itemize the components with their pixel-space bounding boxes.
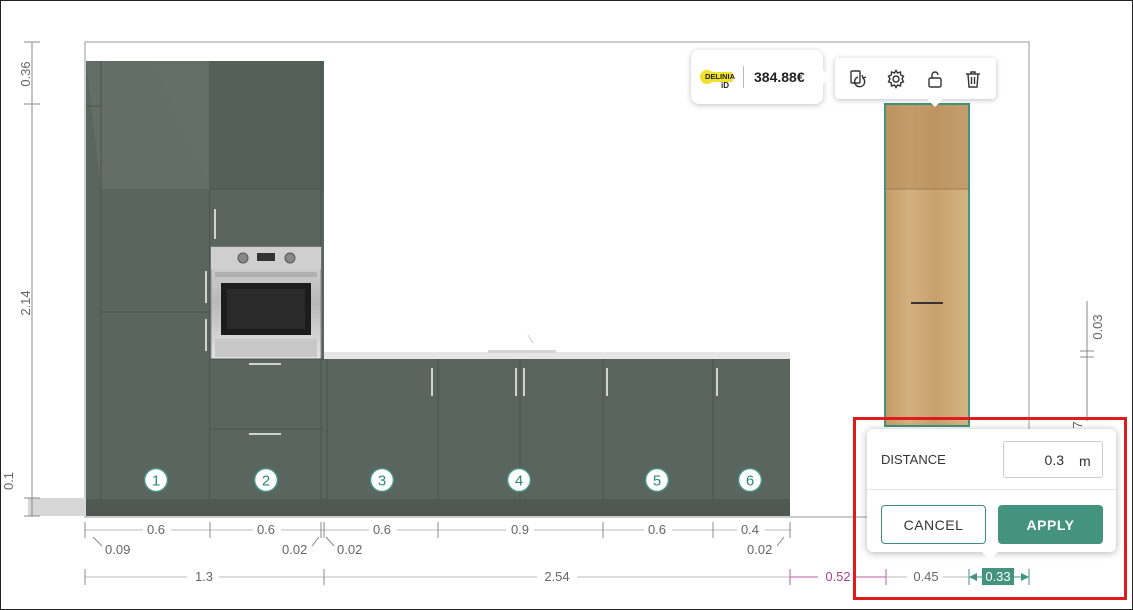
tall-cabinet-2: [210, 61, 324, 499]
dim-row1-small-2: 0.02: [282, 542, 307, 557]
dim-row1-small-1: 0.09: [105, 542, 130, 557]
distance-dialog: DISTANCE 0.3 m CANCEL APPLY: [867, 429, 1116, 560]
floor-strip: [28, 498, 88, 516]
dim-row2-1: 1.3: [195, 569, 213, 584]
dim-row1-5: 0.6: [648, 522, 666, 537]
distance-value: 0.3: [1044, 452, 1064, 468]
dim-row1-small-4: 0.02: [747, 542, 772, 557]
dim-row1-3: 0.6: [373, 522, 391, 537]
trash-icon: [965, 70, 980, 88]
svg-text:1: 1: [152, 473, 160, 490]
dim-row1-2: 0.6: [257, 522, 275, 537]
row1-dim-lines: [84, 522, 791, 547]
dim-vertical-right-top: 0.03: [1090, 314, 1105, 339]
unlock-icon: [927, 70, 942, 88]
selected-wooden-column: [884, 103, 970, 427]
price-tooltip: DELINIA iD 384.88€: [691, 50, 830, 104]
module-badge-2: 2: [253, 467, 279, 493]
kitchen-elevation-canvas[interactable]: 1 2 3 4 5 6 0.36 2.14 0.1 0.03 7 0.6 0.6…: [0, 0, 1133, 610]
distance-label: DISTANCE: [881, 452, 946, 467]
dim-row1-1: 0.6: [147, 522, 165, 537]
price-value: 384.88€: [754, 69, 805, 85]
svg-text:3: 3: [378, 473, 386, 490]
distance-unit: m: [1079, 453, 1091, 469]
apply-button[interactable]: APPLY: [998, 505, 1103, 544]
plinth: [86, 499, 790, 516]
svg-text:iD: iD: [721, 81, 729, 90]
dim-row1-6: 0.4: [741, 522, 759, 537]
cancel-button[interactable]: CANCEL: [881, 505, 986, 544]
hob: [488, 350, 556, 353]
tall-cabinet-1: [86, 61, 211, 499]
dim-vertical-top: 0.36: [18, 61, 33, 86]
dim-vertical-middle: 2.14: [18, 290, 33, 315]
rotate-copy-icon: [850, 69, 867, 87]
item-toolbar: [835, 58, 996, 107]
module-badge-5: 5: [644, 467, 670, 493]
row1-dim-labels: 0.6 0.6 0.6 0.9 0.6 0.4 0.09 0.02 0.02 0…: [105, 521, 772, 557]
dim-row2-pink: 0.52: [825, 569, 850, 584]
countertop: [324, 352, 790, 359]
lock-button[interactable]: [922, 66, 948, 92]
module-badge-6: 6: [737, 467, 763, 493]
delete-button[interactable]: [960, 66, 986, 92]
brand-divider: [743, 66, 744, 88]
svg-text:6: 6: [746, 473, 754, 490]
dim-row2-2: 2.54: [544, 569, 569, 584]
svg-text:DELINIA: DELINIA: [705, 72, 736, 81]
svg-text:2: 2: [262, 473, 270, 490]
brand-logo: DELINIA iD: [699, 64, 737, 90]
distance-input[interactable]: 0.3 m: [1003, 441, 1103, 478]
dim-row1-small-3: 0.02: [337, 542, 362, 557]
module-badge-1: 1: [143, 467, 169, 493]
module-badge-4: 4: [506, 467, 532, 493]
gear-icon: [887, 68, 905, 89]
module-badge-3: 3: [369, 467, 395, 493]
rotate-copy-button[interactable]: [845, 66, 871, 92]
dim-vertical-bottom-left: 0.1: [1, 472, 16, 490]
oven: [210, 246, 322, 360]
svg-text:5: 5: [653, 473, 661, 490]
settings-button[interactable]: [883, 66, 909, 92]
svg-text:4: 4: [515, 473, 523, 490]
dim-row1-4: 0.9: [511, 522, 529, 537]
distance-row: DISTANCE 0.3 m: [867, 429, 1116, 490]
